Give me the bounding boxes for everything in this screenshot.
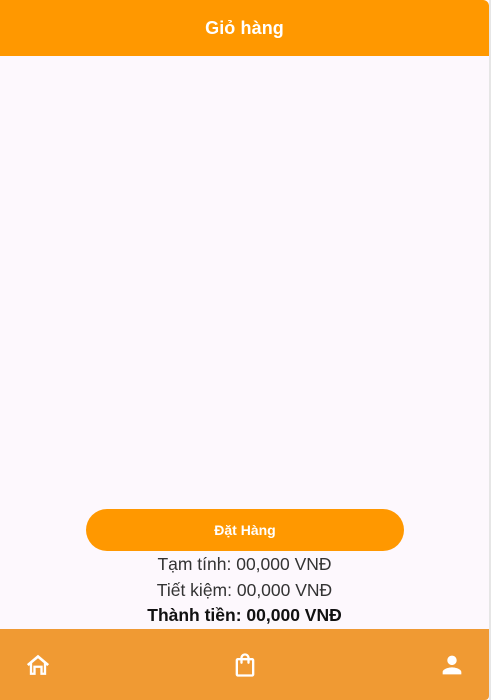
- cart-screen: Giỏ hàng Đặt Hàng Tạm tính: 00,000 VNĐ T…: [0, 0, 491, 700]
- nav-cart-button[interactable]: [230, 650, 260, 680]
- nav-profile-button[interactable]: [437, 650, 467, 680]
- home-icon: [26, 654, 50, 675]
- subtotal-text: Tạm tính: 00,000 VNĐ: [157, 554, 332, 574]
- app-bar: Giỏ hàng: [0, 0, 489, 56]
- total-text: Thành tiền: 00,000 VNĐ: [147, 605, 342, 625]
- page-title: Giỏ hàng: [205, 17, 284, 38]
- bottom-navigation-bar: [0, 629, 489, 700]
- shopping-bag-icon: [235, 653, 255, 677]
- nav-home-button[interactable]: [23, 650, 53, 680]
- place-order-button[interactable]: Đặt Hàng: [86, 509, 404, 551]
- savings-text: Tiết kiệm: 00,000 VNĐ: [156, 580, 333, 600]
- place-order-button-label: Đặt Hàng: [214, 522, 276, 538]
- person-icon: [442, 655, 462, 675]
